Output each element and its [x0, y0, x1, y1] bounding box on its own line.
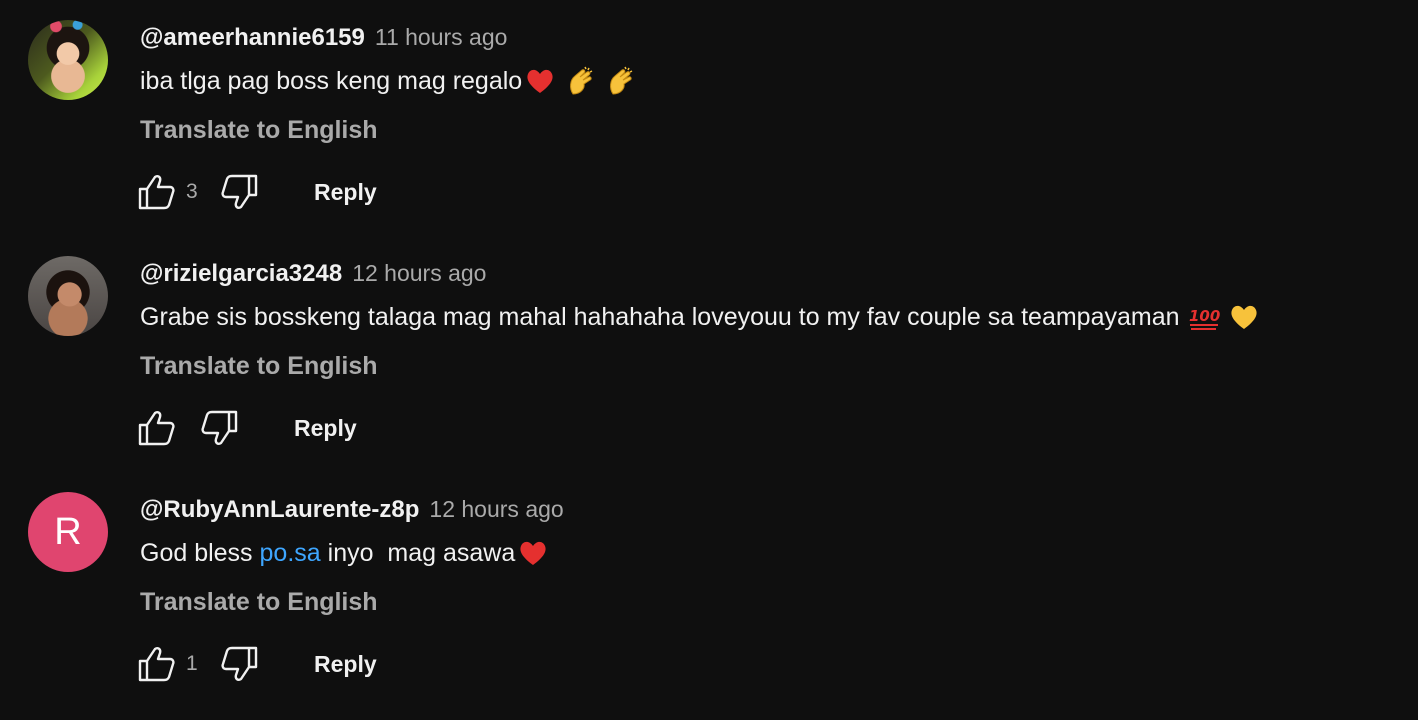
comment-header: @rizielgarcia3248 12 hours ago [140, 260, 486, 288]
username[interactable]: @rizielgarcia3248 [140, 260, 342, 288]
comment-actions: 3 Reply [136, 172, 377, 212]
clapping-hands-icon [564, 66, 596, 96]
like-button[interactable] [136, 408, 176, 448]
comment-text-content: Grabe sis bosskeng talaga mag mahal haha… [140, 302, 1180, 331]
comment-text: iba tlga pag boss keng mag regalo [140, 66, 636, 96]
like-count: 3 [186, 180, 198, 203]
comment-header: @RubyAnnLaurente-z8p 12 hours ago [140, 496, 564, 524]
thumbs-down-icon [221, 646, 258, 681]
svg-text:100: 100 [1189, 307, 1220, 325]
thumbs-up-icon [138, 175, 175, 210]
thumbs-down-icon [201, 410, 238, 445]
dislike-button[interactable] [220, 644, 260, 684]
like-button[interactable] [136, 644, 176, 684]
like-count: 1 [186, 652, 198, 675]
username[interactable]: @RubyAnnLaurente-z8p [140, 496, 419, 524]
comment-text-content: inyo mag asawa [320, 538, 516, 567]
timestamp[interactable]: 12 hours ago [352, 260, 486, 287]
thumbs-down-icon [221, 174, 258, 209]
red-heart-icon [524, 66, 556, 96]
comment-thread: R @RubyAnnLaurente-z8p 12 hours ago God … [0, 472, 1418, 708]
avatar-letter: R [54, 510, 82, 553]
comment-actions: Reply [136, 408, 357, 448]
avatar[interactable] [28, 256, 108, 336]
reply-button[interactable]: Reply [314, 179, 377, 206]
yellow-heart-icon [1228, 302, 1260, 332]
comment-text-content: God bless [140, 538, 260, 567]
username[interactable]: @ameerhannie6159 [140, 24, 365, 52]
comment-text-content: iba tlga pag boss keng mag regalo [140, 66, 523, 95]
red-heart-icon [517, 538, 549, 568]
translate-link[interactable]: Translate to English [140, 588, 378, 617]
clapping-hands-icon [604, 66, 636, 96]
hundred-points-icon: 100 [1188, 302, 1220, 332]
dislike-button[interactable] [200, 408, 240, 448]
dislike-button[interactable] [220, 172, 260, 212]
reply-button[interactable]: Reply [294, 415, 357, 442]
thumbs-up-icon [138, 647, 175, 682]
avatar[interactable] [28, 20, 108, 100]
thumbs-up-icon [138, 411, 175, 446]
reply-button[interactable]: Reply [314, 651, 377, 678]
translate-link[interactable]: Translate to English [140, 352, 378, 381]
timestamp[interactable]: 12 hours ago [429, 496, 563, 523]
translate-link[interactable]: Translate to English [140, 116, 378, 145]
like-button[interactable] [136, 172, 176, 212]
comment-header: @ameerhannie6159 11 hours ago [140, 24, 507, 52]
comment-text: Grabe sis bosskeng talaga mag mahal haha… [140, 302, 1260, 332]
comment-thread: @rizielgarcia3248 12 hours ago Grabe sis… [0, 236, 1418, 472]
comment-link[interactable]: po.sa [260, 539, 321, 568]
comment-thread: @ameerhannie6159 11 hours ago iba tlga p… [0, 0, 1418, 236]
timestamp[interactable]: 11 hours ago [375, 24, 508, 51]
comment-actions: 1 Reply [136, 644, 377, 684]
comment-text: God bless po.sa inyo mag asawa [140, 538, 549, 568]
avatar[interactable]: R [28, 492, 108, 572]
